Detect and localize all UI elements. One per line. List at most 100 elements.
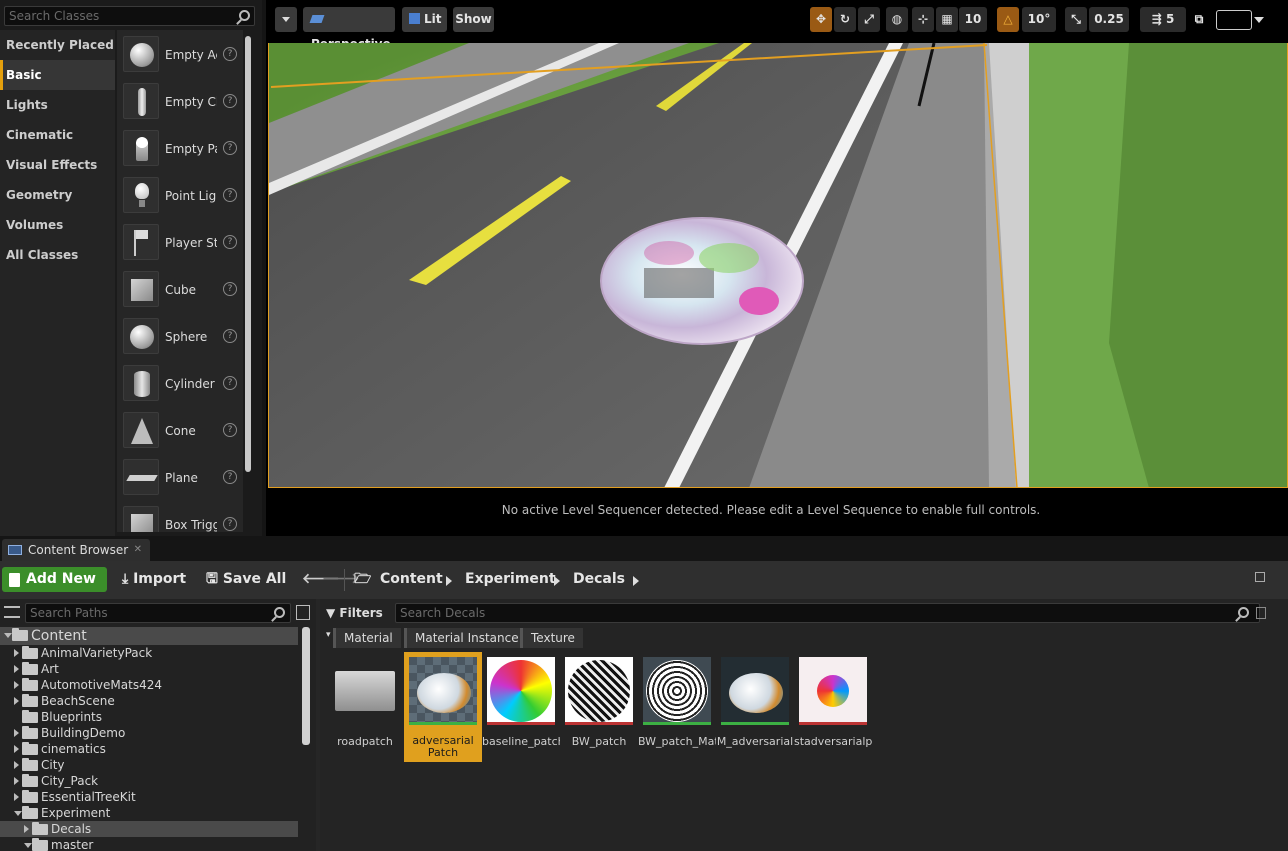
folder-tree-scrollbar[interactable]: [302, 627, 310, 745]
grid-snap-icon[interactable]: ▦: [936, 7, 958, 32]
rotation-snap-icon[interactable]: △: [997, 7, 1019, 32]
collapsed-arrow-icon[interactable]: [14, 665, 19, 673]
add-new-button[interactable]: Add New: [2, 567, 107, 607]
viewport-scene[interactable]: [268, 43, 1288, 488]
asset-tile[interactable]: M_adversarial: [716, 652, 794, 762]
grid-snap-value[interactable]: 10: [959, 7, 987, 32]
help-icon[interactable]: ?: [223, 235, 237, 249]
collapsed-arrow-icon[interactable]: [14, 793, 19, 801]
search-icon[interactable]: [1238, 607, 1249, 618]
actor-item[interactable]: Player Start?: [117, 218, 243, 265]
search-classes-input[interactable]: [9, 8, 229, 24]
expanded-arrow-icon[interactable]: [4, 633, 12, 638]
category-geometry[interactable]: Geometry: [0, 180, 115, 210]
breadcrumb-decals[interactable]: Decals: [573, 567, 625, 592]
collapsed-arrow-icon[interactable]: [14, 697, 19, 705]
category-cinematic[interactable]: Cinematic: [0, 120, 115, 150]
help-icon[interactable]: ?: [223, 376, 237, 390]
filter-chip-material-instance[interactable]: Material Instance: [404, 628, 527, 648]
filter-chip-texture[interactable]: Texture: [520, 628, 583, 648]
collapsed-arrow-icon[interactable]: [14, 649, 19, 657]
category-volumes[interactable]: Volumes: [0, 210, 115, 240]
lit-button[interactable]: Lit: [402, 7, 447, 32]
search-decals-input[interactable]: [400, 605, 1177, 621]
search-icon[interactable]: [239, 10, 250, 21]
actor-item[interactable]: Cube?: [117, 265, 243, 312]
category-recently-placed[interactable]: Recently Placed: [0, 30, 115, 60]
breadcrumb-separator-icon[interactable]: [554, 575, 560, 589]
breadcrumb-separator-icon[interactable]: [633, 575, 639, 589]
search-classes-field[interactable]: [4, 6, 255, 26]
collapsed-arrow-icon[interactable]: [14, 777, 19, 785]
expanded-arrow-icon[interactable]: [24, 843, 32, 848]
import-button[interactable]: ⤓ Import: [122, 567, 186, 592]
folder-tree-item[interactable]: AnimalVarietyPack: [0, 645, 298, 661]
help-icon[interactable]: ?: [223, 329, 237, 343]
help-icon[interactable]: ?: [223, 94, 237, 108]
search-decals-field[interactable]: [395, 603, 1260, 623]
maximize-viewport-icon[interactable]: ⧉: [1190, 7, 1208, 32]
folder-tree-item[interactable]: Art: [0, 661, 298, 677]
content-browser-tab[interactable]: Content Browser ✕: [2, 539, 150, 561]
scale-snap-icon[interactable]: ⤡: [1065, 7, 1087, 32]
folder-tree-item[interactable]: AutomotiveMats424: [0, 677, 298, 693]
actor-item[interactable]: Point Light?: [117, 171, 243, 218]
collapsed-arrow-icon[interactable]: [14, 745, 19, 753]
collapsed-arrow-icon[interactable]: [24, 825, 29, 833]
actor-item[interactable]: Sphere?: [117, 312, 243, 359]
search-icon[interactable]: [274, 607, 285, 618]
collapsed-arrow-icon[interactable]: [14, 681, 19, 689]
asset-tile[interactable]: baseline_patch: [482, 652, 560, 762]
help-icon[interactable]: ?: [223, 141, 237, 155]
scale-snap-value[interactable]: 0.25: [1089, 7, 1129, 32]
help-icon[interactable]: ?: [223, 423, 237, 437]
view-options-icon[interactable]: [296, 605, 310, 620]
help-icon[interactable]: ?: [223, 470, 237, 484]
translate-tool-icon[interactable]: ✥: [810, 7, 832, 32]
help-icon[interactable]: ?: [223, 188, 237, 202]
search-paths-field[interactable]: [25, 603, 291, 623]
scale-tool-icon[interactable]: ⤢: [858, 7, 880, 32]
save-search-icon[interactable]: [1256, 607, 1266, 619]
viewport-options-button[interactable]: [275, 7, 297, 32]
asset-tile[interactable]: stadversarialpa: [794, 652, 872, 762]
folder-tree-item[interactable]: Blueprints: [0, 709, 298, 725]
folder-tree-item[interactable]: Experiment: [0, 805, 298, 821]
show-button[interactable]: Show: [453, 7, 494, 32]
collapsed-arrow-icon[interactable]: [14, 729, 19, 737]
category-all-classes[interactable]: All Classes: [0, 240, 115, 270]
actor-list-scrollbar[interactable]: [245, 36, 251, 472]
folder-tree-item[interactable]: Content: [0, 627, 298, 645]
expanded-arrow-icon[interactable]: [14, 811, 22, 816]
asset-tile[interactable]: BW_patch: [560, 652, 638, 762]
folder-tree-item[interactable]: BuildingDemo: [0, 725, 298, 741]
perspective-button[interactable]: Perspective: [303, 7, 395, 51]
actor-item[interactable]: Cone?: [117, 406, 243, 453]
layout-icon[interactable]: [1216, 10, 1252, 30]
help-icon[interactable]: ?: [223, 47, 237, 61]
folder-tree-item[interactable]: City: [0, 757, 298, 773]
rotation-snap-value[interactable]: 10°: [1022, 7, 1056, 32]
category-lights[interactable]: Lights: [0, 90, 115, 120]
filter-chip-material[interactable]: Material: [333, 628, 401, 648]
actor-item[interactable]: Cylinder?: [117, 359, 243, 406]
folder-tree-item[interactable]: cinematics: [0, 741, 298, 757]
level-viewport[interactable]: Perspective Lit Show ✥ ↻ ⤢ ◍ ⊹ ▦ 10 △ 10…: [266, 0, 1288, 536]
actor-item[interactable]: Box Trigger?: [117, 500, 243, 532]
save-all-button[interactable]: 🖫 Save All: [206, 567, 286, 592]
folder-tree-item[interactable]: Decals: [0, 821, 298, 837]
camera-speed-button[interactable]: ⇶ 5: [1140, 7, 1186, 32]
help-icon[interactable]: ?: [223, 282, 237, 296]
actor-item[interactable]: Plane?: [117, 453, 243, 500]
actor-item[interactable]: Empty Actor?: [117, 30, 243, 77]
sources-toggle-icon[interactable]: [4, 606, 20, 618]
folder-tree-item[interactable]: City_Pack: [0, 773, 298, 789]
folder-tree-item[interactable]: master: [0, 837, 298, 851]
search-paths-input[interactable]: [30, 605, 268, 621]
breadcrumb-experiment[interactable]: Experiment: [465, 567, 556, 592]
breadcrumb-separator-icon[interactable]: [446, 575, 452, 589]
surface-snap-icon[interactable]: ⊹: [912, 7, 934, 32]
collapsed-arrow-icon[interactable]: [14, 761, 19, 769]
rotate-tool-icon[interactable]: ↻: [834, 7, 856, 32]
actor-item[interactable]: Empty Character?: [117, 77, 243, 124]
